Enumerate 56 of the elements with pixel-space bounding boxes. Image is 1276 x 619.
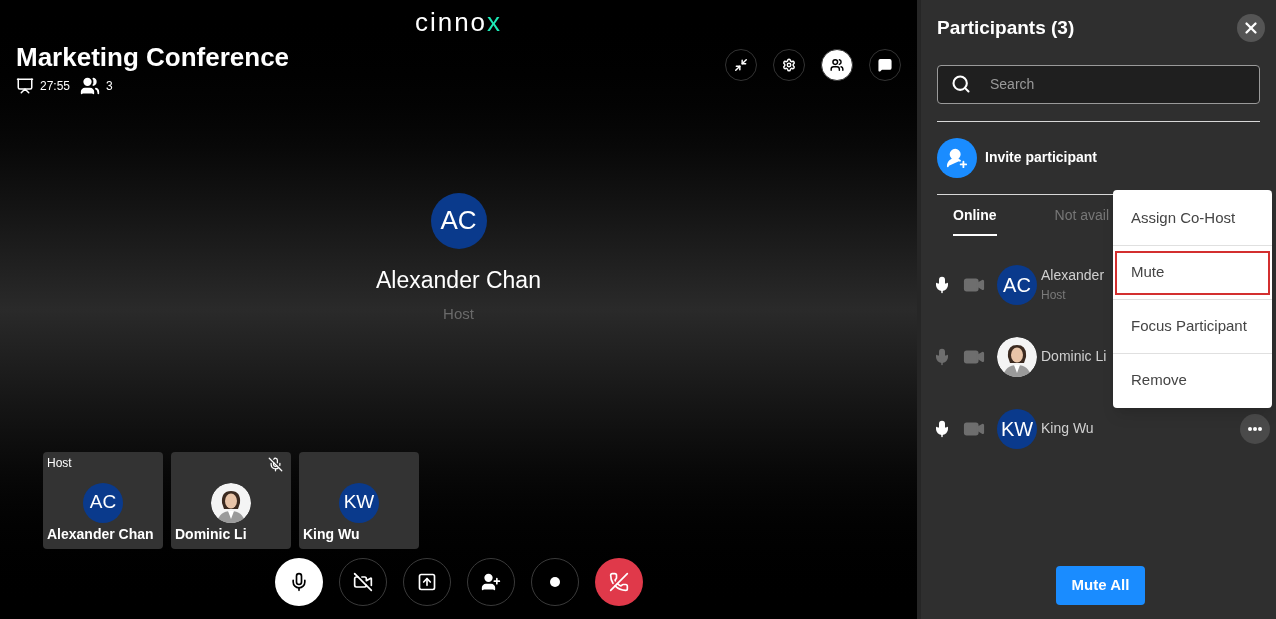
meeting-title: Marketing Conference [16,41,290,74]
camera-off-icon [352,572,373,592]
logo: cinnox [414,8,503,36]
participants-button[interactable] [821,49,853,81]
search-field[interactable]: Search [937,64,1260,104]
invite-icon [937,137,977,178]
more-button[interactable] [1240,413,1270,444]
share-button[interactable] [402,558,451,606]
meeting-icon [16,77,34,95]
participant-name: Alexander [1041,266,1105,285]
avatar: AC [997,264,1037,305]
share-screen-icon [416,572,437,592]
tile-name: Dominic Li [175,525,247,544]
participant-role: Host [1041,287,1066,304]
participant-tile[interactable]: Dominic Li [171,452,291,549]
menu-item[interactable]: Remove [1115,358,1270,403]
search-icon [951,73,971,94]
participant-tile[interactable]: KW King Wu [299,452,419,549]
speaker-name: Alexander Chan [376,265,541,295]
speaker-role: Host [443,304,474,324]
exit-fullscreen-icon [734,58,748,72]
participant-name: King Wu [1041,419,1094,438]
avatar: KW [997,408,1037,449]
avatar: AC [83,482,123,523]
tile-name: King Wu [303,525,360,544]
camera-button[interactable] [338,558,387,606]
attendee-count: 3 [106,78,113,95]
add-person-icon [480,572,501,592]
record-button[interactable] [530,558,579,606]
hang-up-button[interactable] [594,558,643,606]
add-person-button[interactable] [466,558,515,606]
close-button[interactable] [1237,14,1265,43]
people-icon [830,58,844,72]
menu-item[interactable]: Focus Participant [1115,304,1270,349]
tab[interactable]: Online [953,204,997,236]
tile-name: Alexander Chan [47,525,154,544]
mic-button[interactable] [274,558,323,606]
hang-up-icon [608,572,629,592]
exit-fullscreen-button[interactable] [725,49,757,81]
menu-item[interactable]: Assign Co-Host [1115,196,1270,240]
chat-button[interactable] [869,49,901,81]
participant-tile[interactable]: Host AC Alexander Chan [43,452,163,549]
menu-item[interactable]: Mute [1115,250,1270,295]
record-icon [549,577,560,587]
panel-title: Participants (3) [937,16,1075,40]
more-icon [1248,426,1262,431]
meeting-duration: 27:55 [40,78,71,95]
participant-name: Dominic Li [1041,347,1107,366]
people-icon [80,76,101,96]
tile-role: Host [47,455,72,472]
chat-icon [878,58,892,72]
settings-button[interactable] [773,49,805,81]
avatar: AC [430,192,487,249]
settings-icon [782,58,796,72]
avatar: KW [339,482,379,523]
invite-participant-link[interactable]: Invite participant [985,147,1098,168]
